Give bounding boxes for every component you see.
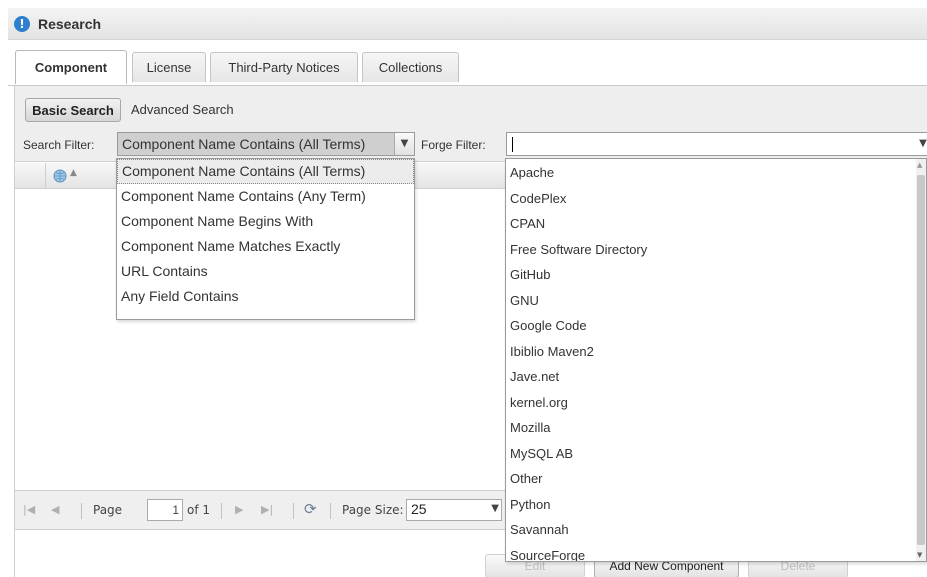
tab-third-party-notices[interactable]: Third-Party Notices xyxy=(210,52,358,82)
forge-option[interactable]: Free Software Directory xyxy=(506,237,916,263)
refresh-icon[interactable]: ⟳ xyxy=(304,500,317,518)
forge-option[interactable]: GNU xyxy=(506,288,916,314)
pager-separator xyxy=(81,503,82,519)
forge-option[interactable]: kernel.org xyxy=(506,390,916,416)
page-count-label: of 1 xyxy=(187,503,211,517)
forge-option[interactable]: CodePlex xyxy=(506,186,916,212)
forge-option[interactable]: CPAN xyxy=(506,211,916,237)
search-toolbar: Basic Search Advanced Search Search Filt… xyxy=(15,86,927,162)
forge-filter-label: Forge Filter: xyxy=(421,138,486,152)
scrollbar-thumb[interactable] xyxy=(917,175,925,545)
tab-strip: Component License Third-Party Notices Co… xyxy=(8,46,927,86)
pager-separator xyxy=(330,503,331,519)
page-size-select[interactable]: 25 ▼ xyxy=(406,499,502,521)
chevron-down-icon[interactable]: ▼ xyxy=(394,133,414,155)
search-filter-option[interactable]: Component Name Begins With xyxy=(117,209,414,234)
forge-option[interactable]: MySQL AB xyxy=(506,441,916,467)
search-filter-select[interactable]: Component Name Contains (All Terms) ▼ xyxy=(117,132,415,156)
forge-option[interactable]: Savannah xyxy=(506,517,916,543)
column-divider xyxy=(45,163,46,189)
last-page-icon[interactable]: ▶| xyxy=(261,503,273,516)
advanced-search-link[interactable]: Advanced Search xyxy=(131,102,234,117)
research-window: ! Research Component License Third-Party… xyxy=(0,0,927,577)
forge-filter-input[interactable]: ▼ xyxy=(506,132,927,156)
forge-filter-list: Apache CodePlex CPAN Free Software Direc… xyxy=(506,160,916,562)
text-caret xyxy=(512,137,513,152)
search-filter-dropdown: Component Name Contains (All Terms) Comp… xyxy=(116,158,415,320)
sort-ascending-icon[interactable]: ▲ xyxy=(70,168,77,178)
first-page-icon[interactable]: |◀ xyxy=(23,503,35,516)
forge-option[interactable]: GitHub xyxy=(506,262,916,288)
page-label: Page xyxy=(93,503,123,517)
chevron-down-icon[interactable]: ▼ xyxy=(491,503,499,514)
search-filter-value: Component Name Contains (All Terms) xyxy=(118,133,394,155)
search-filter-option[interactable]: Component Name Contains (Any Term) xyxy=(117,184,414,209)
forge-option[interactable]: Mozilla xyxy=(506,415,916,441)
search-filter-option[interactable]: Component Name Matches Exactly xyxy=(117,234,414,259)
forge-option[interactable]: SourceForge xyxy=(506,543,916,562)
page-size-label: Page Size: xyxy=(342,503,404,517)
pager-separator xyxy=(221,503,222,519)
dropdown-scrollbar[interactable]: ▲ ▼ xyxy=(916,159,926,561)
forge-option[interactable]: Google Code xyxy=(506,313,916,339)
search-filter-option[interactable]: Component Name Contains (All Terms) xyxy=(117,159,414,184)
previous-page-icon[interactable]: ◀ xyxy=(51,503,59,516)
info-icon: ! xyxy=(14,15,30,32)
page-size-value: 25 xyxy=(411,501,427,517)
forge-option[interactable]: Jave.net xyxy=(506,364,916,390)
tab-component[interactable]: Component xyxy=(15,50,127,84)
scroll-down-icon[interactable]: ▼ xyxy=(917,551,922,559)
search-filter-label: Search Filter: xyxy=(23,138,95,152)
pager-separator xyxy=(293,503,294,519)
forge-option[interactable]: Other xyxy=(506,466,916,492)
forge-option[interactable]: Python xyxy=(506,492,916,518)
scroll-up-icon[interactable]: ▲ xyxy=(917,161,922,169)
forge-filter-dropdown: Apache CodePlex CPAN Free Software Direc… xyxy=(505,158,927,562)
search-filter-option[interactable]: Any Field Contains xyxy=(117,284,414,309)
chevron-down-icon[interactable]: ▼ xyxy=(918,133,927,155)
globe-icon[interactable] xyxy=(53,169,67,183)
search-filter-option[interactable]: URL Contains xyxy=(117,259,414,284)
tab-collections[interactable]: Collections xyxy=(362,52,459,82)
forge-option[interactable]: Ibiblio Maven2 xyxy=(506,339,916,365)
basic-search-button[interactable]: Basic Search xyxy=(25,98,121,122)
next-page-icon[interactable]: ▶ xyxy=(235,503,243,516)
page-number-input[interactable]: 1 xyxy=(147,499,183,521)
tab-license[interactable]: License xyxy=(132,52,206,82)
forge-option[interactable]: Apache xyxy=(506,160,916,186)
panel-header: ! Research xyxy=(8,8,927,40)
panel-title: Research xyxy=(38,15,102,32)
